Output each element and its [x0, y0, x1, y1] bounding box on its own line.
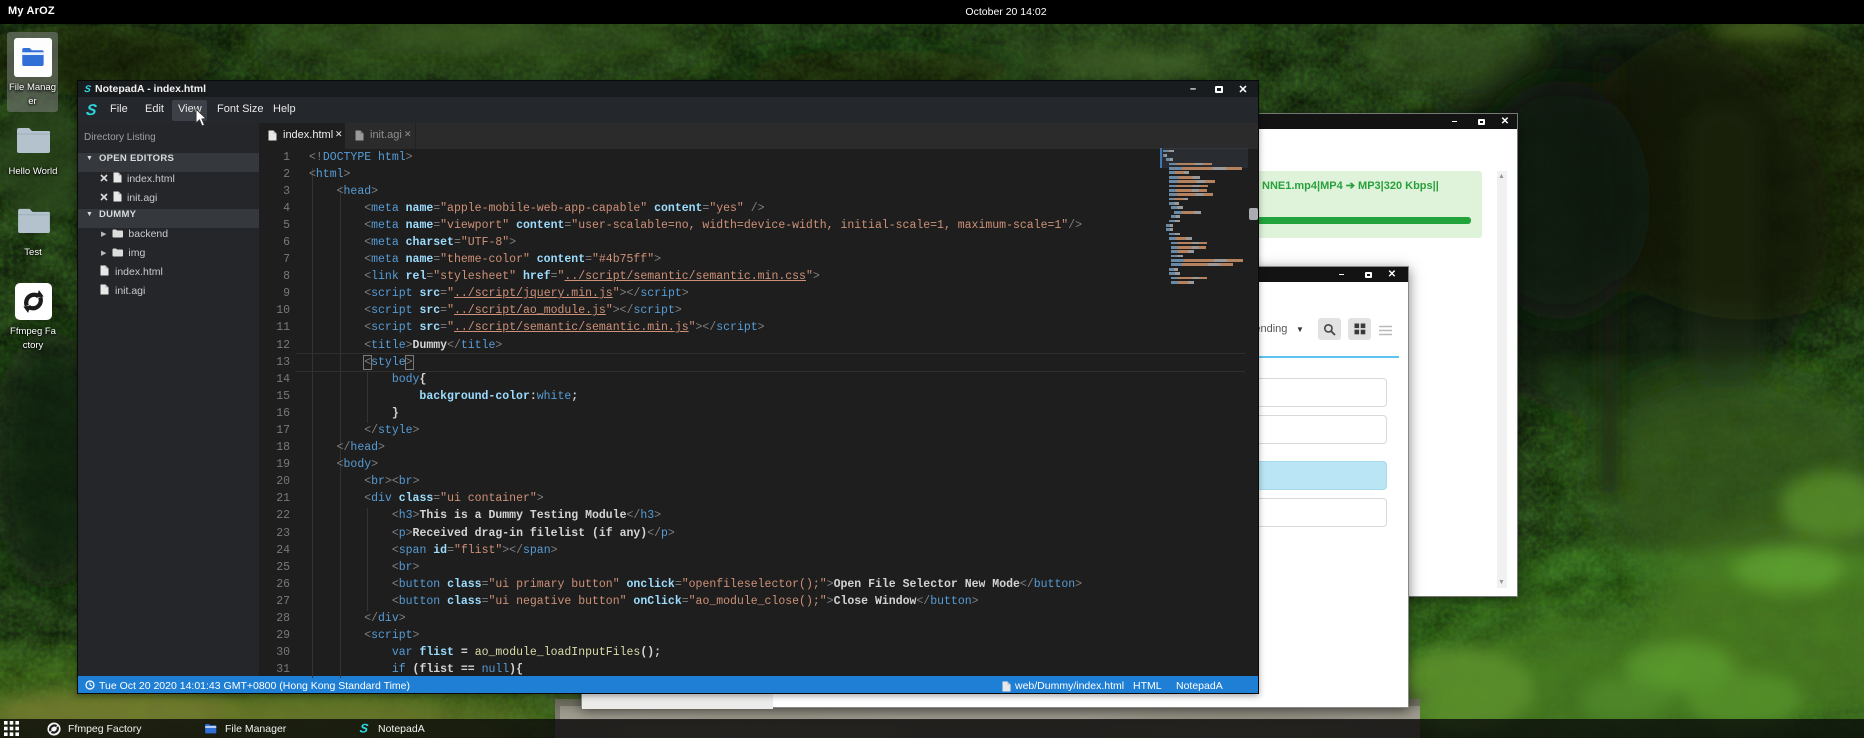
svg-text:S: S [359, 722, 370, 735]
svg-text:S: S [85, 102, 98, 118]
svg-text:S: S [84, 84, 93, 94]
